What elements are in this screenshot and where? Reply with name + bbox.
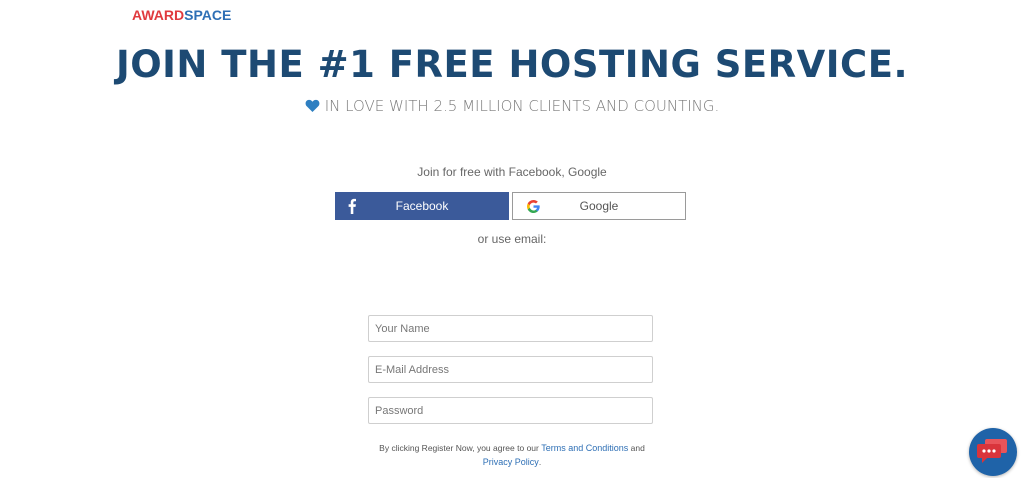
legal-notice: By clicking Register Now, you agree to o… — [0, 441, 1024, 469]
terms-link[interactable]: Terms and Conditions — [541, 443, 628, 453]
page-headline: JOIN THE #1 FREE HOSTING SERVICE. — [115, 43, 909, 86]
facebook-button[interactable]: Facebook — [335, 192, 509, 220]
tagline-text: IN LOVE WITH 2.5 MILLION CLIENTS AND COU… — [324, 97, 720, 115]
email-field[interactable] — [368, 356, 653, 383]
legal-suffix: . — [538, 457, 542, 467]
social-intro: Join for free with Facebook, Google — [417, 165, 607, 179]
chat-widget-button[interactable] — [969, 428, 1017, 476]
tagline: IN LOVE WITH 2.5 MILLION CLIENTS AND COU… — [0, 96, 1024, 116]
or-email-label: or use email: — [477, 232, 547, 246]
chat-icon — [977, 439, 1007, 463]
social-buttons: Facebook Google — [335, 192, 686, 220]
logo-award: AWARD — [132, 7, 185, 23]
google-button[interactable]: Google — [512, 192, 686, 220]
password-field[interactable] — [368, 397, 653, 424]
facebook-label: Facebook — [395, 199, 449, 213]
awardspace-logo[interactable]: AWARDSPACE — [132, 7, 231, 23]
google-icon — [527, 200, 540, 213]
facebook-icon — [348, 198, 356, 214]
google-label: Google — [579, 199, 619, 213]
legal-prefix: By clicking Register Now, you agree to o… — [379, 443, 542, 453]
privacy-link[interactable]: Privacy Policy — [483, 457, 539, 467]
heart-icon — [305, 99, 320, 112]
legal-and: and — [628, 443, 645, 453]
signup-page: AWARDSPACE JOIN THE #1 FREE HOSTING SERV… — [0, 0, 1024, 478]
logo-space: SPACE — [184, 7, 232, 23]
name-field[interactable] — [368, 315, 653, 342]
